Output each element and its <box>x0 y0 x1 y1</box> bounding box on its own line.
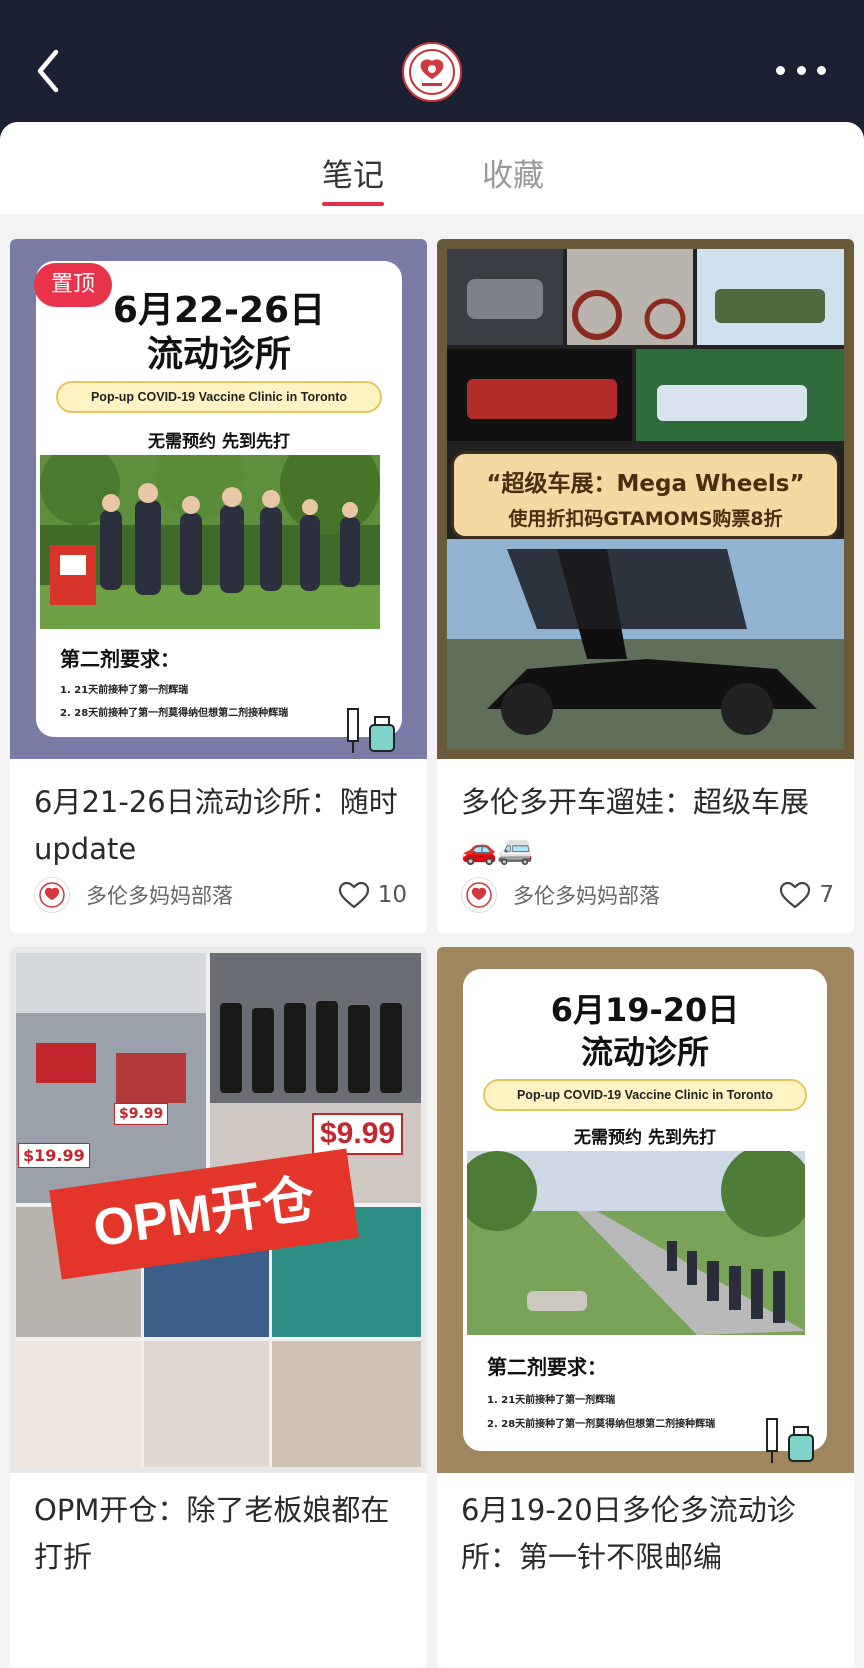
heart-icon <box>780 881 811 909</box>
author-name[interactable]: 多伦多妈妈部落 <box>513 880 779 910</box>
note-card[interactable]: “超级车展：Mega Wheels” 使用折扣码GTAMOMS购票8折 多伦多开… <box>437 239 854 933</box>
tab-notes[interactable]: 笔记 <box>322 150 384 195</box>
poster-background: 6月22-26日 流动诊所 Pop-up COVID-19 Vaccine Cl… <box>36 261 402 737</box>
like-count: 10 <box>377 882 407 908</box>
heart-icon <box>338 881 369 909</box>
note-card[interactable]: $9.99 $19.99 $9.99 OPM开仓 OPM开仓：除了老板娘都在打折 <box>10 947 427 1668</box>
price-tag: $19.99 <box>18 1143 90 1168</box>
more-dots-icon <box>796 65 806 75</box>
top-bar <box>0 0 864 125</box>
logo-graphic <box>409 49 455 95</box>
poster-title-line1: 6月19-20日 <box>550 991 740 1029</box>
tab-favorites[interactable]: 收藏 <box>482 150 544 195</box>
requirement-item: 1. 21天前接种了第一剂辉瑞 <box>60 685 189 696</box>
like-button[interactable]: 7 <box>779 881 834 909</box>
poster-subtitle-pill: Pop-up COVID-19 Vaccine Clinic in Toront… <box>483 1079 807 1111</box>
requirement-item: 1. 21天前接种了第一剂辉瑞 <box>487 1395 616 1406</box>
requirements-title: 第二剂要求： <box>60 647 180 671</box>
back-button[interactable] <box>30 46 70 96</box>
avatar[interactable] <box>461 877 497 913</box>
note-footer: 多伦多妈妈部落 10 <box>34 875 407 915</box>
author-name[interactable]: 多伦多妈妈部落 <box>86 880 338 910</box>
more-dots-icon <box>776 65 785 75</box>
note-title: OPM开仓：除了老板娘都在打折 <box>34 1493 390 1574</box>
note-cover-image: 6月22-26日 流动诊所 Pop-up COVID-19 Vaccine Cl… <box>10 239 427 759</box>
requirements-title: 第二剂要求： <box>487 1355 607 1379</box>
tab-bar: 笔记 收藏 <box>0 122 864 214</box>
banner-line2: 使用折扣码GTAMOMS购票8折 <box>508 508 783 530</box>
more-options-button[interactable] <box>776 60 826 80</box>
vaccine-syringe-icon <box>766 1418 814 1463</box>
poster-highlight: 无需预约 先到先打 <box>574 1128 716 1148</box>
note-title: 6月19-20日多伦多流动诊所：第一针不限邮编 <box>461 1493 796 1574</box>
chevron-left-icon <box>37 49 59 93</box>
clinic-queue-photo <box>467 1151 805 1335</box>
community-logo-icon[interactable] <box>402 42 462 102</box>
note-cover-image: $9.99 $19.99 $9.99 OPM开仓 <box>10 947 427 1473</box>
event-banner: “超级车展：Mega Wheels” 使用折扣码GTAMOMS购票8折 <box>451 451 840 539</box>
note-cover-image: “超级车展：Mega Wheels” 使用折扣码GTAMOMS购票8折 <box>437 239 854 759</box>
pinned-badge: 置顶 <box>34 263 112 307</box>
content-sheet: 笔记 收藏 6月22-26日 流动诊所 Pop-up COVID-19 Vacc… <box>0 122 864 1668</box>
note-title: 多伦多开车遛娃：超级车展🚗🚐 <box>461 785 810 866</box>
note-cover-image: 6月19-20日 流动诊所 Pop-up COVID-19 Vaccine Cl… <box>437 947 854 1473</box>
community-logo-icon <box>466 882 492 908</box>
price-tag: $9.99 <box>114 1103 169 1125</box>
note-title: 6月21-26日流动诊所：随时update <box>34 785 398 866</box>
more-dots-icon <box>817 65 826 75</box>
avatar[interactable] <box>34 877 70 913</box>
price-tag: $9.99 <box>312 1113 404 1155</box>
note-card[interactable]: 6月19-20日 流动诊所 Pop-up COVID-19 Vaccine Cl… <box>437 947 854 1668</box>
note-card[interactable]: 6月22-26日 流动诊所 Pop-up COVID-19 Vaccine Cl… <box>10 239 427 933</box>
poster-subtitle-pill: Pop-up COVID-19 Vaccine Clinic in Toront… <box>56 381 382 413</box>
vaccine-syringe-icon <box>347 708 395 753</box>
like-button[interactable]: 10 <box>338 881 407 909</box>
poster-title-line2: 流动诊所 <box>146 334 291 375</box>
poster-background: 6月19-20日 流动诊所 Pop-up COVID-19 Vaccine Cl… <box>463 969 827 1451</box>
requirement-item: 2. 28天前接种了第一剂莫得纳但想第二剂接种辉瑞 <box>487 1419 716 1430</box>
like-count: 7 <box>819 882 834 908</box>
clinic-queue-photo <box>40 455 380 629</box>
requirement-item: 2. 28天前接种了第一剂莫得纳但想第二剂接种辉瑞 <box>60 708 289 719</box>
poster-highlight: 无需预约 先到先打 <box>148 432 290 452</box>
banner-line1: “超级车展：Mega Wheels” <box>486 471 805 497</box>
active-tab-indicator <box>322 202 384 206</box>
community-logo-icon <box>39 882 65 908</box>
note-footer: 多伦多妈妈部落 7 <box>461 875 834 915</box>
poster-title-line2: 流动诊所 <box>580 1033 709 1071</box>
